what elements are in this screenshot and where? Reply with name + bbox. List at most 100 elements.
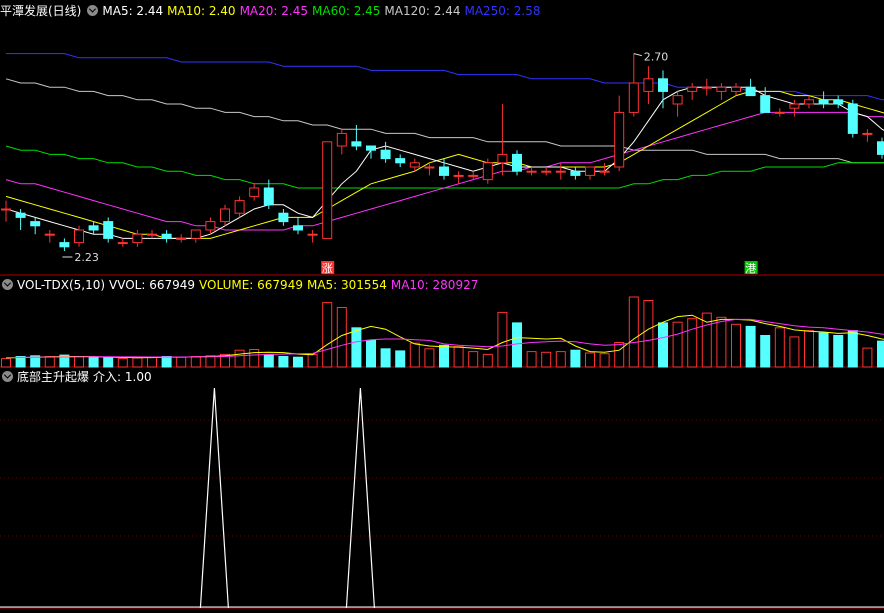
low-price-label: 2.23 <box>74 251 99 264</box>
volume-bar <box>585 352 595 368</box>
volume-bar <box>731 323 741 368</box>
volume-bar <box>658 322 668 368</box>
candle <box>818 99 829 105</box>
volume-bar <box>103 357 114 368</box>
candle <box>774 111 785 114</box>
volume-bar <box>263 353 274 368</box>
volume-bar <box>760 335 771 368</box>
candle <box>672 95 683 105</box>
signal-spike <box>345 387 375 609</box>
candle <box>263 187 274 206</box>
volume-bar <box>1 358 11 368</box>
candle <box>658 78 668 92</box>
high-price-label: 2.70 <box>644 51 669 64</box>
candle <box>249 187 260 197</box>
candle <box>760 95 771 113</box>
volume-bar <box>147 356 157 368</box>
volume-bar <box>818 332 829 368</box>
volume-bar <box>439 344 449 368</box>
volume-bar <box>862 347 873 368</box>
candle <box>293 225 303 231</box>
candle <box>322 141 333 239</box>
candle <box>59 242 70 248</box>
volume-bar <box>599 353 610 368</box>
candle <box>220 208 230 223</box>
volume-bar <box>672 321 683 368</box>
volume-bar <box>278 356 289 368</box>
candle <box>497 153 508 164</box>
volume-bar <box>570 349 581 368</box>
candle <box>628 82 639 113</box>
volume-bar <box>614 342 625 368</box>
candle <box>585 166 595 176</box>
candle <box>482 162 493 181</box>
volume-bar <box>234 349 245 368</box>
volume-bar <box>322 302 333 368</box>
volume-bar <box>88 356 99 368</box>
candle <box>833 99 844 105</box>
candle <box>380 149 391 160</box>
volume-bar <box>877 340 884 368</box>
volume-bar <box>117 358 128 368</box>
volume-bar <box>541 351 552 368</box>
candle <box>614 111 625 168</box>
candle <box>643 78 654 92</box>
candle <box>862 132 873 135</box>
volume-bar <box>161 356 172 368</box>
candle <box>512 153 522 172</box>
candle <box>147 233 157 236</box>
volume-bar <box>804 330 814 368</box>
volume-bar <box>526 351 537 368</box>
candle <box>15 212 26 218</box>
candle <box>351 141 362 147</box>
candle <box>132 233 143 244</box>
volume-bar <box>745 325 756 368</box>
candle <box>424 166 435 169</box>
candle <box>804 99 814 105</box>
volume-bar <box>74 356 84 368</box>
volume-bar <box>176 356 187 368</box>
gang-tag: 港 <box>745 262 756 275</box>
candle <box>366 145 376 151</box>
candle <box>541 170 552 173</box>
candle <box>877 141 884 155</box>
volume-bar <box>409 342 420 368</box>
volume-bar <box>482 353 493 368</box>
candle <box>88 225 99 231</box>
candle <box>395 158 406 164</box>
stock-chart-canvas[interactable]: 2.70 2.23 涨 港 <box>0 0 884 613</box>
volume-bar <box>687 318 698 368</box>
candle <box>307 233 318 236</box>
candle <box>789 103 800 109</box>
signal-spike <box>199 387 229 609</box>
candle <box>74 229 84 244</box>
zhang-tag: 涨 <box>322 262 333 275</box>
ma10-line <box>5 90 884 239</box>
volume-bar <box>468 351 479 368</box>
candle <box>103 221 114 239</box>
candle <box>161 233 172 239</box>
volume-bar <box>132 357 143 368</box>
candle <box>44 233 55 236</box>
volume-bar <box>497 311 508 368</box>
candle <box>701 86 712 89</box>
candle <box>453 174 464 177</box>
candle <box>234 200 245 214</box>
volume-bar <box>424 348 435 368</box>
candle <box>190 229 201 239</box>
candle <box>409 162 420 168</box>
volume-bar <box>380 348 391 368</box>
candle <box>555 170 566 173</box>
candle <box>745 86 756 97</box>
candle <box>468 174 479 177</box>
volume-bar <box>44 356 55 368</box>
candle <box>570 170 581 176</box>
volume-bar <box>205 355 216 368</box>
volume-bar <box>847 330 858 368</box>
candle <box>599 170 610 173</box>
candle <box>716 86 727 92</box>
volume-bar <box>512 322 522 368</box>
volume-bar <box>366 339 376 368</box>
volume-bar <box>190 356 201 368</box>
volume-bar <box>774 327 785 368</box>
